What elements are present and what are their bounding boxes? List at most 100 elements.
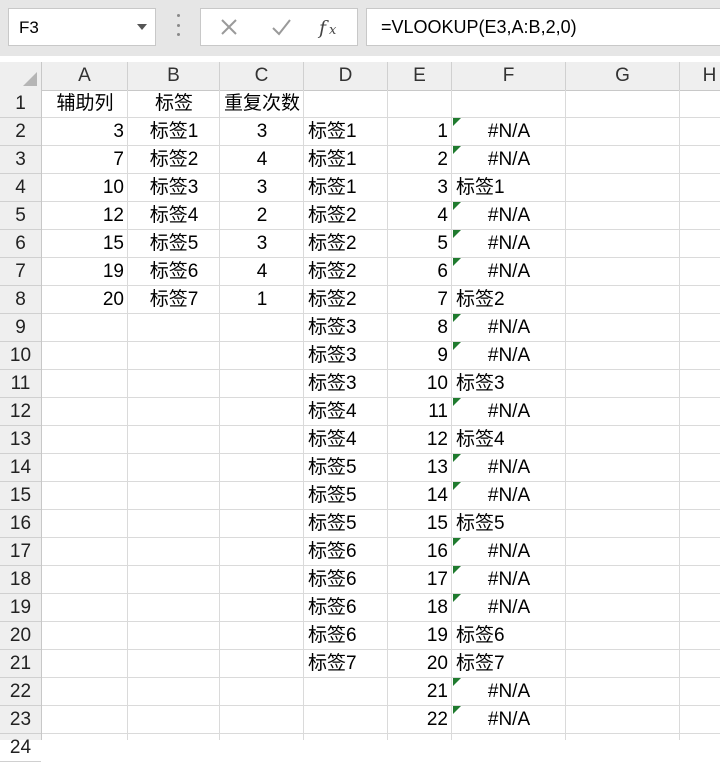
column-header-h[interactable]: H: [680, 62, 720, 90]
cell-f15[interactable]: #N/A: [452, 482, 566, 509]
cell-d7[interactable]: 标签2: [304, 258, 388, 285]
cell-f23[interactable]: #N/A: [452, 706, 566, 733]
cell-f16[interactable]: 标签5: [452, 510, 566, 537]
row-header-19[interactable]: 19: [0, 594, 41, 622]
cell-c1[interactable]: 重复次数: [220, 90, 330, 117]
cell-e23[interactable]: 22: [388, 706, 452, 733]
cell-b1[interactable]: 标签: [128, 90, 220, 117]
cell-a1[interactable]: 辅助列: [42, 90, 128, 117]
formula-input[interactable]: =VLOOKUP(E3,A:B,2,0): [366, 8, 720, 46]
row-header-16[interactable]: 16: [0, 510, 41, 538]
row-header-1[interactable]: 1: [0, 90, 41, 118]
column-header-g[interactable]: G: [566, 62, 680, 90]
cell-f11[interactable]: 标签3: [452, 370, 566, 397]
cell-d4[interactable]: 标签1: [304, 174, 388, 201]
cell-a8[interactable]: 20: [42, 286, 128, 313]
cell-b4[interactable]: 标签3: [128, 174, 220, 201]
column-header-f[interactable]: F: [452, 62, 566, 90]
cell-c3[interactable]: 4: [220, 146, 304, 173]
cell-f14[interactable]: #N/A: [452, 454, 566, 481]
cell-b3[interactable]: 标签2: [128, 146, 220, 173]
cell-e7[interactable]: 6: [388, 258, 452, 285]
cell-d12[interactable]: 标签4: [304, 398, 388, 425]
cell-f6[interactable]: #N/A: [452, 230, 566, 257]
cell-f13[interactable]: 标签4: [452, 426, 566, 453]
row-header-8[interactable]: 8: [0, 286, 41, 314]
cell-e6[interactable]: 5: [388, 230, 452, 257]
cell-e11[interactable]: 10: [388, 370, 452, 397]
column-header-e[interactable]: E: [388, 62, 452, 90]
cell-d5[interactable]: 标签2: [304, 202, 388, 229]
cell-e8[interactable]: 7: [388, 286, 452, 313]
row-header-15[interactable]: 15: [0, 482, 41, 510]
cell-f9[interactable]: #N/A: [452, 314, 566, 341]
cell-c8[interactable]: 1: [220, 286, 304, 313]
cell-e9[interactable]: 8: [388, 314, 452, 341]
cell-f8[interactable]: 标签2: [452, 286, 566, 313]
cell-d13[interactable]: 标签4: [304, 426, 388, 453]
cell-c4[interactable]: 3: [220, 174, 304, 201]
cell-b8[interactable]: 标签7: [128, 286, 220, 313]
cell-b6[interactable]: 标签5: [128, 230, 220, 257]
cell-d20[interactable]: 标签6: [304, 622, 388, 649]
cell-e12[interactable]: 11: [388, 398, 452, 425]
row-header-2[interactable]: 2: [0, 118, 41, 146]
drag-handle-icon[interactable]: [176, 14, 180, 36]
cell-e3[interactable]: 2: [388, 146, 452, 173]
column-header-a[interactable]: A: [42, 62, 128, 90]
cell-e20[interactable]: 19: [388, 622, 452, 649]
cell-b5[interactable]: 标签4: [128, 202, 220, 229]
row-header-3[interactable]: 3: [0, 146, 41, 174]
cell-f5[interactable]: #N/A: [452, 202, 566, 229]
column-header-b[interactable]: B: [128, 62, 220, 90]
cell-d15[interactable]: 标签5: [304, 482, 388, 509]
row-header-6[interactable]: 6: [0, 230, 41, 258]
row-header-22[interactable]: 22: [0, 678, 41, 706]
cell-d16[interactable]: 标签5: [304, 510, 388, 537]
cell-c5[interactable]: 2: [220, 202, 304, 229]
cell-d10[interactable]: 标签3: [304, 342, 388, 369]
cell-d21[interactable]: 标签7: [304, 650, 388, 677]
cell-f10[interactable]: #N/A: [452, 342, 566, 369]
cell-f20[interactable]: 标签6: [452, 622, 566, 649]
cell-e18[interactable]: 17: [388, 566, 452, 593]
worksheet-grid[interactable]: 辅助列 标签 重复次数 3 7 10 12 15 19 20 标签1 标签2 标签3 标签4 标签5 标签6 标…: [42, 90, 720, 740]
row-header-5[interactable]: 5: [0, 202, 41, 230]
cell-a2[interactable]: 3: [42, 118, 128, 145]
column-header-c[interactable]: C: [220, 62, 304, 90]
row-header-11[interactable]: 11: [0, 370, 41, 398]
cell-f2[interactable]: #N/A: [452, 118, 566, 145]
row-header-18[interactable]: 18: [0, 566, 41, 594]
row-header-23[interactable]: 23: [0, 706, 41, 734]
cell-f22[interactable]: #N/A: [452, 678, 566, 705]
row-header-17[interactable]: 17: [0, 538, 41, 566]
cell-d18[interactable]: 标签6: [304, 566, 388, 593]
cell-c6[interactable]: 3: [220, 230, 304, 257]
cell-a7[interactable]: 19: [42, 258, 128, 285]
name-box[interactable]: F3: [8, 8, 156, 46]
cell-d2[interactable]: 标签1: [304, 118, 388, 145]
select-all-button[interactable]: [0, 62, 42, 90]
cell-f21[interactable]: 标签7: [452, 650, 566, 677]
cell-e2[interactable]: 1: [388, 118, 452, 145]
cell-e5[interactable]: 4: [388, 202, 452, 229]
cell-f17[interactable]: #N/A: [452, 538, 566, 565]
cell-d14[interactable]: 标签5: [304, 454, 388, 481]
cell-a6[interactable]: 15: [42, 230, 128, 257]
cell-a5[interactable]: 12: [42, 202, 128, 229]
cell-e10[interactable]: 9: [388, 342, 452, 369]
cell-c2[interactable]: 3: [220, 118, 304, 145]
chevron-down-icon[interactable]: [137, 24, 147, 30]
cell-e16[interactable]: 15: [388, 510, 452, 537]
row-header-10[interactable]: 10: [0, 342, 41, 370]
cell-d11[interactable]: 标签3: [304, 370, 388, 397]
row-header-12[interactable]: 12: [0, 398, 41, 426]
fx-icon[interactable]: fx: [313, 13, 349, 41]
row-header-7[interactable]: 7: [0, 258, 41, 286]
row-header-21[interactable]: 21: [0, 650, 41, 678]
x-icon[interactable]: [211, 13, 247, 41]
cell-d6[interactable]: 标签2: [304, 230, 388, 257]
cell-d19[interactable]: 标签6: [304, 594, 388, 621]
row-header-9[interactable]: 9: [0, 314, 41, 342]
cell-e14[interactable]: 13: [388, 454, 452, 481]
